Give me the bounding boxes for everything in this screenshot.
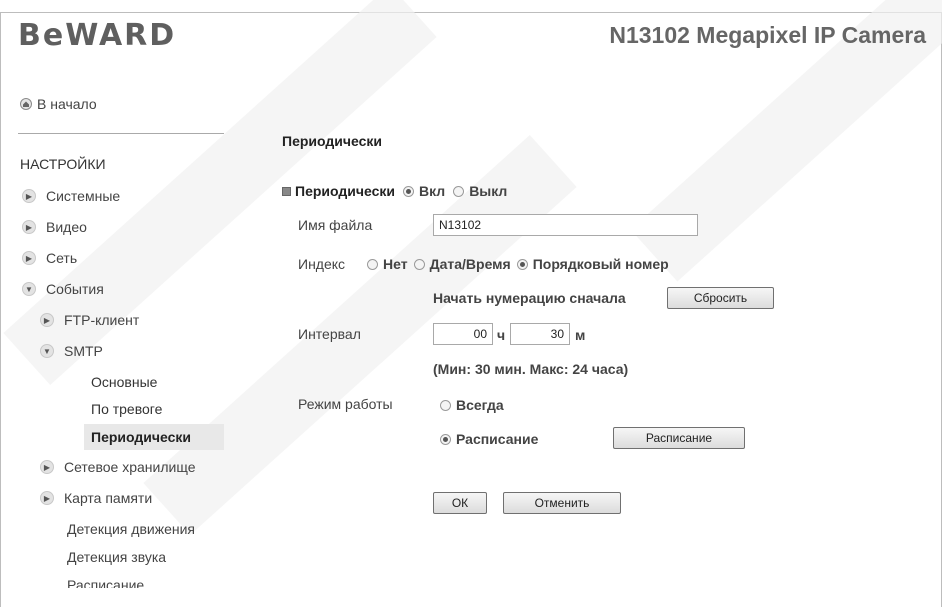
index-datetime-radio[interactable]	[413, 258, 425, 270]
sidebar-item-label: Видео	[46, 219, 87, 235]
index-none-radio[interactable]	[367, 258, 379, 270]
chevron-right-icon: ▶	[22, 251, 36, 265]
page-title: Периодически	[282, 133, 382, 149]
periodic-toggle-row: Периодически Вкл Выкл	[282, 183, 507, 199]
sidebar-item-schedule[interactable]: Расписание	[67, 576, 144, 588]
chevron-right-icon: ▶	[40, 313, 54, 327]
chevron-down-icon: ▼	[22, 282, 36, 296]
beward-logo: BeWARD	[18, 18, 177, 53]
periodic-label: Периодически	[295, 183, 395, 199]
sidebar-item-label: По тревоге	[91, 401, 163, 417]
cancel-button[interactable]: Отменить	[503, 492, 621, 514]
sidebar-item-memory-card[interactable]: ▶ Карта памяти	[40, 489, 152, 507]
home-link[interactable]: В начало	[20, 96, 97, 112]
index-row: Индекс Нет Дата/Время Порядковый номер	[298, 256, 669, 272]
sidebar-item-video[interactable]: ▶ Видео	[22, 218, 87, 236]
interval-hours-input[interactable]: 00	[433, 323, 493, 345]
home-link-label: В начало	[37, 96, 97, 112]
periodic-off-radio[interactable]	[453, 185, 465, 197]
mode-label: Режим работы	[298, 396, 393, 412]
sidebar-item-smtp-alarm[interactable]: По тревоге	[91, 400, 162, 418]
sidebar-item-label: Детекция звука	[67, 549, 167, 565]
sidebar-item-label: Расписание	[67, 577, 145, 588]
chevron-right-icon: ▶	[40, 460, 54, 474]
sidebar-item-label: Детекция движения	[67, 521, 195, 537]
sidebar-item-label: Карта памяти	[64, 490, 153, 506]
sidebar-item-events[interactable]: ▼ События	[22, 280, 104, 298]
ok-button[interactable]: ОК	[433, 492, 487, 514]
chevron-right-icon: ▶	[22, 189, 36, 203]
home-icon	[20, 98, 32, 110]
index-none-label: Нет	[383, 256, 408, 272]
minutes-unit: м	[575, 327, 586, 343]
sidebar-divider	[18, 133, 224, 134]
reset-numbering-row: Начать нумерацию сначала	[433, 290, 626, 306]
reset-button[interactable]: Сбросить	[667, 287, 774, 309]
sidebar-item-label: Сетевое хранилище	[64, 459, 196, 475]
sidebar-item-smtp-basic[interactable]: Основные	[91, 373, 157, 391]
chevron-down-icon: ▼	[40, 344, 54, 358]
mode-schedule-label: Расписание	[456, 431, 539, 447]
reset-numbering-label: Начать нумерацию сначала	[433, 290, 626, 306]
sidebar-item-label: Периодически	[91, 429, 191, 445]
square-bullet-icon	[282, 186, 291, 196]
filename-input[interactable]: N13102	[433, 214, 698, 236]
interval-minutes-input[interactable]: 30	[510, 323, 570, 345]
hours-unit: ч	[497, 327, 506, 343]
sidebar-item-smtp-periodic[interactable]: Периодически	[84, 424, 224, 450]
interval-hint: (Мин: 30 мин. Макс: 24 часа)	[433, 361, 629, 377]
sidebar-item-label: SMTP	[64, 343, 103, 359]
sidebar-item-label: FTP-клиент	[64, 312, 140, 328]
sidebar-item-label: Сеть	[46, 250, 78, 266]
filename-label: Имя файла	[298, 217, 373, 233]
index-sequence-label: Порядковый номер	[532, 256, 669, 272]
schedule-button[interactable]: Расписание	[613, 427, 745, 449]
sidebar-item-network-storage[interactable]: ▶ Сетевое хранилище	[40, 458, 195, 476]
sidebar-item-system[interactable]: ▶ Системные	[22, 187, 120, 205]
periodic-on-radio[interactable]	[403, 185, 414, 197]
sidebar-item-smtp[interactable]: ▼ SMTP	[40, 342, 103, 360]
sidebar-item-motion-detection[interactable]: Детекция движения	[67, 520, 195, 538]
mode-schedule-radio[interactable]	[440, 433, 451, 445]
sidebar-item-label: Системные	[46, 188, 121, 204]
chevron-right-icon: ▶	[40, 491, 54, 505]
sidebar-lower: ▶ Сетевое хранилище ▶ Карта памяти Детек…	[0, 458, 224, 588]
index-datetime-label: Дата/Время	[429, 256, 511, 272]
interval-label: Интервал	[298, 326, 361, 342]
sidebar-item-ftp-client[interactable]: ▶ FTP-клиент	[40, 311, 139, 329]
settings-heading: НАСТРОЙКИ	[20, 156, 106, 172]
sidebar-item-audio-detection[interactable]: Детекция звука	[67, 548, 166, 566]
mode-always-row: Всегда	[440, 397, 504, 413]
index-sequence-radio[interactable]	[516, 258, 528, 270]
periodic-on-label: Вкл	[419, 183, 446, 199]
mode-schedule-row: Расписание	[440, 431, 538, 447]
mode-always-label: Всегда	[456, 397, 504, 413]
sidebar-item-label: Основные	[91, 374, 158, 390]
camera-model-title: N13102 Megapixel IP Camera	[609, 22, 926, 48]
index-label: Индекс	[298, 256, 346, 272]
sidebar-item-label: События	[46, 281, 104, 297]
periodic-off-label: Выкл	[469, 183, 508, 199]
mode-always-radio[interactable]	[440, 399, 451, 411]
sidebar-item-network[interactable]: ▶ Сеть	[22, 249, 77, 267]
chevron-right-icon: ▶	[22, 220, 36, 234]
